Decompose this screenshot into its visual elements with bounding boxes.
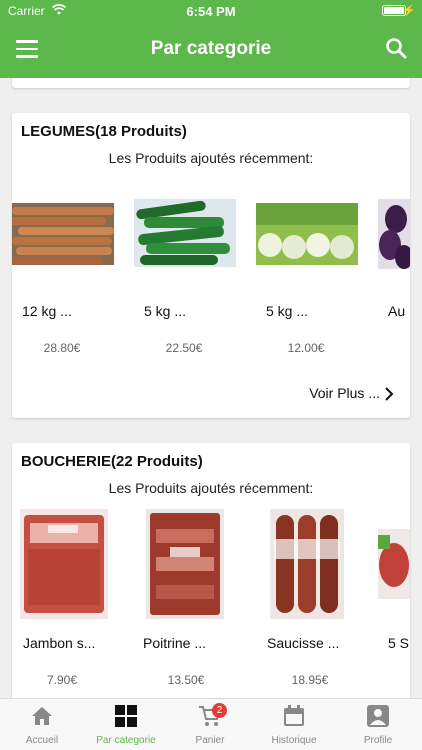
product-image-ham	[20, 509, 108, 619]
product-card[interactable]: 5 kg ... 22.50€	[134, 193, 244, 363]
product-card[interactable]: Saucisse ... 18.95€	[267, 509, 380, 698]
product-name: Au	[388, 303, 406, 319]
product-price: 22.50€	[165, 341, 203, 355]
product-name: 5 kg ...	[144, 303, 187, 319]
tab-accueil[interactable]: Accueil	[0, 699, 84, 750]
clock: 6:54 PM	[186, 4, 236, 19]
search-icon[interactable]	[384, 36, 408, 60]
product-image-turnips	[256, 203, 358, 265]
tab-label: Profile	[363, 735, 393, 746]
product-price: 7.90€	[46, 673, 78, 687]
product-name: Saucisse ...	[267, 635, 340, 651]
category-subtitle: Les Produits ajoutés récemment:	[108, 480, 314, 496]
product-image-carrots	[12, 203, 114, 265]
tab-par-categorie[interactable]: Par categorie	[84, 699, 168, 750]
product-image-meat	[378, 529, 410, 599]
product-name: 5 kg ...	[266, 303, 309, 319]
tab-historique[interactable]: Historique	[252, 699, 336, 750]
status-bar: Carrier 6:54 PM ⚡	[0, 0, 422, 22]
product-card[interactable]: Au	[378, 193, 410, 363]
grid-icon	[115, 705, 137, 727]
category-card-boucherie: BOUCHERIE(22 Produits) Les Produits ajou…	[12, 443, 410, 698]
cart-badge: 2	[212, 703, 227, 718]
category-subtitle: Les Produits ajoutés récemment:	[108, 150, 314, 166]
tab-label: Accueil	[25, 735, 59, 746]
tab-label: Par categorie	[96, 735, 156, 746]
category-title: LEGUMES(18 Produits)	[21, 123, 187, 140]
product-name: Poitrine ...	[143, 635, 207, 651]
tab-profile[interactable]: Profile	[336, 699, 420, 750]
chevron-right-icon[interactable]	[384, 387, 394, 401]
tab-bar: Accueil Par categorie 2 Panier Historiqu…	[0, 698, 422, 750]
product-price: 28.80€	[43, 341, 81, 355]
product-price: 13.50€	[167, 673, 205, 687]
product-card[interactable]: 12 kg ... 28.80€	[12, 193, 122, 363]
product-name: 12 kg ...	[22, 303, 72, 319]
category-card-legumes: LEGUMES(18 Produits) Les Produits ajouté…	[12, 113, 410, 418]
page-title: Par categorie	[150, 38, 272, 59]
product-card[interactable]: Poitrine ... 13.50€	[143, 509, 256, 698]
tab-label: Panier	[195, 735, 225, 746]
product-image-zucchini	[134, 199, 236, 267]
product-card[interactable]: 5 kg ... 12.00€	[256, 193, 366, 363]
see-more-link[interactable]: Voir Plus ...	[309, 385, 380, 401]
product-image-sausage	[270, 509, 344, 619]
product-card[interactable]: Jambon s... 7.90€	[20, 509, 130, 698]
product-price: 18.95€	[291, 673, 329, 687]
product-image-pork-belly	[146, 509, 224, 619]
product-image-eggplant	[378, 199, 410, 269]
app-bar: Par categorie	[0, 22, 422, 78]
calendar-icon	[284, 705, 304, 726]
product-name: 5 S	[388, 635, 410, 651]
product-price: 12.00€	[287, 341, 325, 355]
product-card[interactable]: 5 S	[378, 509, 410, 698]
category-title: BOUCHERIE(22 Produits)	[21, 453, 203, 470]
tab-panier[interactable]: 2 Panier	[168, 699, 252, 750]
product-name: Jambon s...	[23, 635, 96, 651]
profile-icon	[367, 705, 389, 727]
tab-label: Historique	[271, 735, 317, 746]
category-list[interactable]: LEGUMES(18 Produits) Les Produits ajouté…	[0, 78, 422, 698]
category-card-previous	[12, 78, 410, 88]
home-icon	[32, 707, 52, 725]
charging-icon: ⚡	[402, 5, 416, 17]
